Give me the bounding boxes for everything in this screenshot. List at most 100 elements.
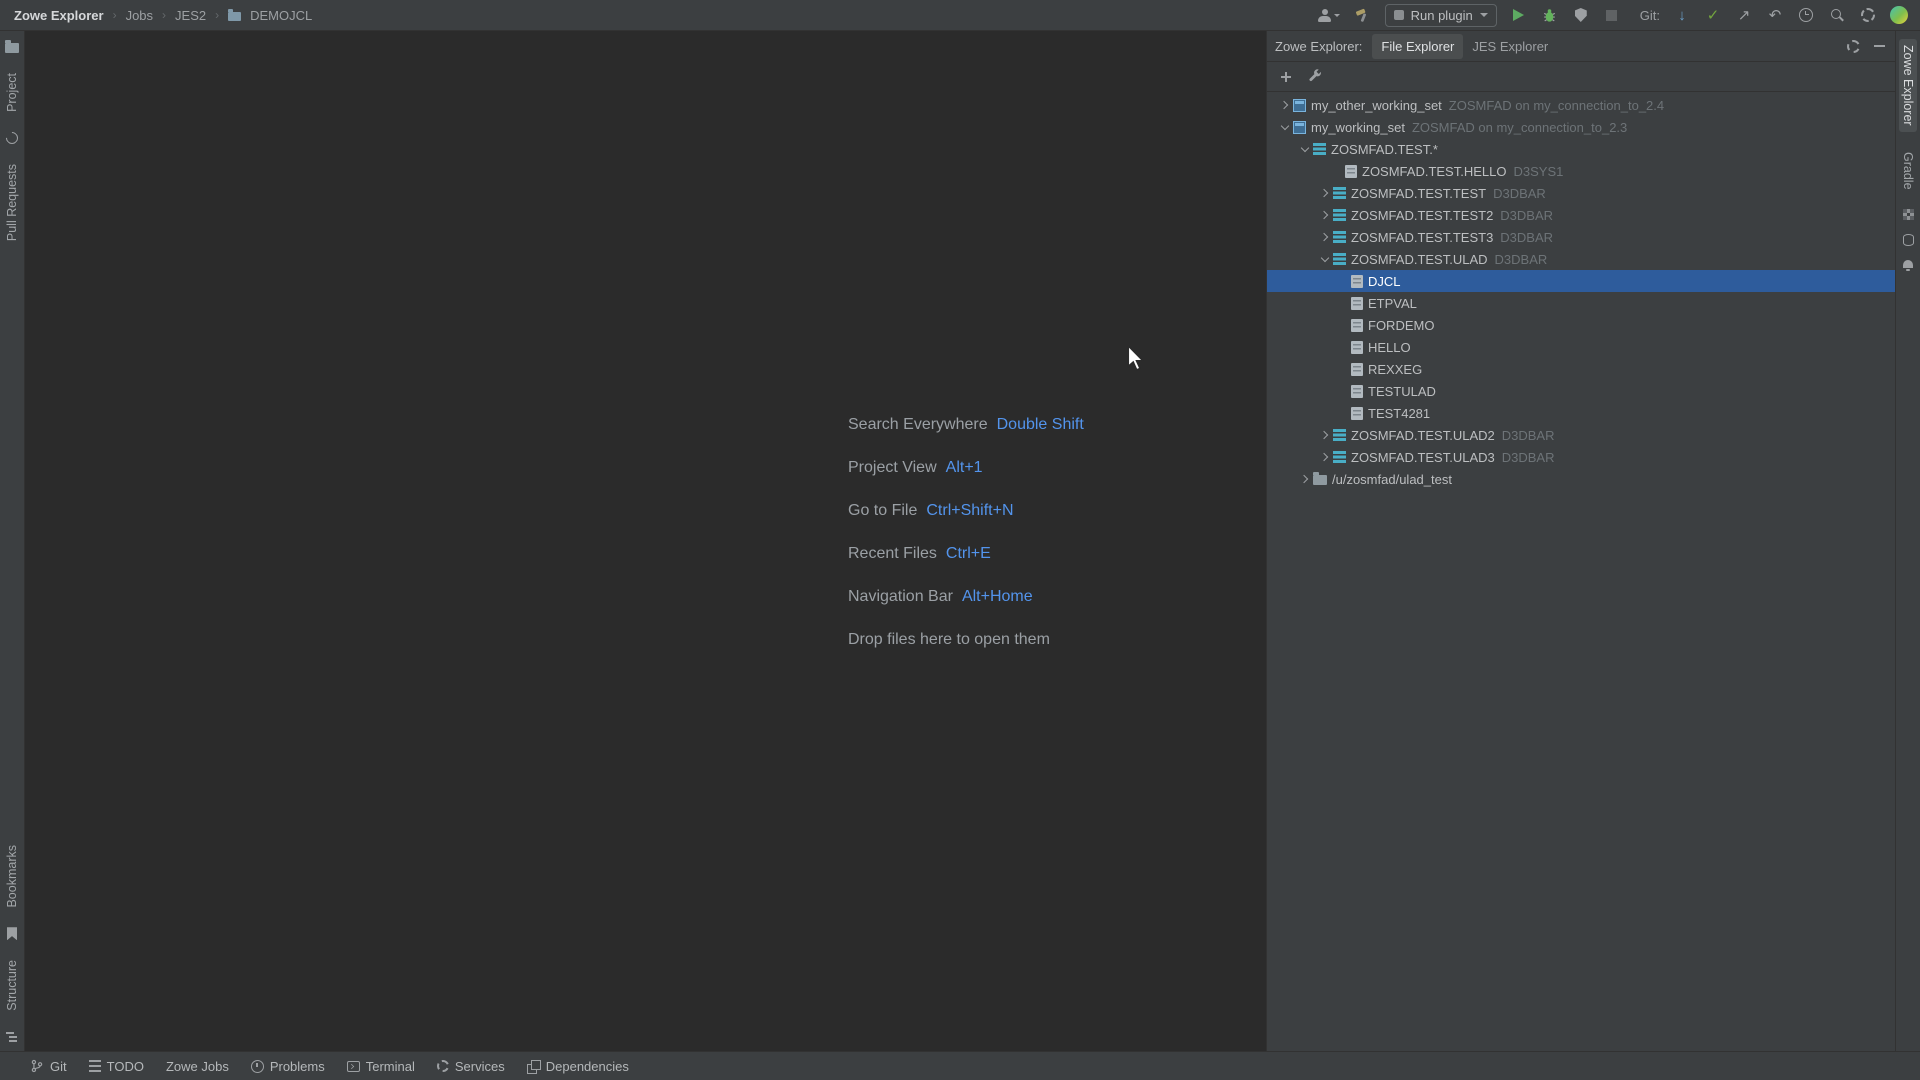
mouse-cursor bbox=[1126, 346, 1148, 372]
tree-suffix: D3DBAR bbox=[1500, 230, 1553, 245]
tree-row-member[interactable]: ETPVAL bbox=[1267, 292, 1895, 314]
structure-icon[interactable] bbox=[6, 1031, 18, 1043]
git-update-button[interactable]: ↓ bbox=[1673, 6, 1691, 24]
shortcut-keys: Ctrl+Shift+N bbox=[926, 502, 1013, 520]
toolwindow-button-git[interactable]: Git bbox=[30, 1059, 67, 1074]
member-icon bbox=[1351, 297, 1363, 310]
history-button[interactable] bbox=[1797, 6, 1815, 24]
run-button[interactable] bbox=[1510, 6, 1528, 24]
sidebar-item-pull-requests[interactable]: Pull Requests bbox=[3, 158, 21, 247]
run-config-label: Run plugin bbox=[1411, 8, 1473, 23]
chevron-right-icon[interactable] bbox=[1297, 468, 1313, 490]
member-icon bbox=[1351, 319, 1363, 332]
project-icon[interactable] bbox=[5, 43, 19, 53]
user-menu-button[interactable] bbox=[1317, 6, 1341, 24]
tree-suffix: D3DBAR bbox=[1502, 450, 1555, 465]
toolwindow-button-terminal[interactable]: Terminal bbox=[347, 1059, 415, 1074]
chevron-right-icon[interactable] bbox=[1277, 94, 1293, 116]
member-icon bbox=[1351, 363, 1363, 376]
debug-button[interactable] bbox=[1541, 6, 1559, 24]
tab-file-explorer[interactable]: File Explorer bbox=[1372, 34, 1463, 59]
tree-row-dataset[interactable]: ZOSMFAD.TEST.ULAD3 D3DBAR bbox=[1267, 446, 1895, 468]
tab-jes-explorer[interactable]: JES Explorer bbox=[1463, 34, 1557, 59]
grid-icon[interactable] bbox=[1903, 209, 1914, 220]
build-button[interactable] bbox=[1354, 6, 1372, 24]
chevron-down-icon[interactable] bbox=[1317, 248, 1333, 270]
tree-row-member[interactable]: TESTULAD bbox=[1267, 380, 1895, 402]
breadcrumb-item[interactable]: JES2 bbox=[175, 8, 206, 23]
settings-button[interactable] bbox=[1859, 6, 1877, 24]
chevron-down-icon[interactable] bbox=[1297, 138, 1313, 160]
avatar[interactable] bbox=[1890, 6, 1908, 24]
tree-row-member[interactable]: FORDEMO bbox=[1267, 314, 1895, 336]
tree-row-dataset[interactable]: ZOSMFAD.TEST.HELLO D3SYS1 bbox=[1267, 160, 1895, 182]
tree-label: ZOSMFAD.TEST.* bbox=[1331, 142, 1438, 157]
run-configuration-select[interactable]: Run plugin bbox=[1385, 4, 1497, 27]
chevron-right-icon[interactable] bbox=[1317, 204, 1333, 226]
tree-row-uss-path[interactable]: /u/zosmfad/ulad_test bbox=[1267, 468, 1895, 490]
minimize-icon[interactable] bbox=[1874, 45, 1885, 47]
sidebar-item-bookmarks[interactable]: Bookmarks bbox=[3, 839, 21, 914]
chevron-right-icon: › bbox=[162, 8, 166, 22]
dataset-icon bbox=[1333, 253, 1346, 265]
wrench-icon[interactable] bbox=[1308, 69, 1323, 84]
chevron-down-icon bbox=[1480, 13, 1488, 17]
git-label: Git: bbox=[1640, 8, 1660, 23]
breadcrumb-item[interactable]: Zowe Explorer bbox=[14, 8, 104, 23]
tree-row-working-set[interactable]: my_other_working_set ZOSMFAD on my_conne… bbox=[1267, 94, 1895, 116]
tree-row-dataset[interactable]: ZOSMFAD.TEST.TEST D3DBAR bbox=[1267, 182, 1895, 204]
stop-button[interactable] bbox=[1603, 6, 1621, 24]
breadcrumb-item[interactable]: DEMOJCL bbox=[250, 8, 312, 23]
bell-icon[interactable] bbox=[1903, 260, 1913, 268]
chevron-right-icon[interactable] bbox=[1317, 182, 1333, 204]
drop-files-hint: Drop files here to open them bbox=[848, 631, 1050, 649]
chevron-right-icon: › bbox=[215, 8, 219, 22]
sidebar-item-zowe-explorer[interactable]: Zowe Explorer bbox=[1899, 39, 1917, 132]
tree-suffix: D3DBAR bbox=[1500, 208, 1553, 223]
tree-row-member[interactable]: TEST4281 bbox=[1267, 402, 1895, 424]
tree-row-dataset[interactable]: ZOSMFAD.TEST.TEST2 D3DBAR bbox=[1267, 204, 1895, 226]
breadcrumb-item[interactable]: Jobs bbox=[126, 8, 153, 23]
tree-suffix: ZOSMFAD on my_connection_to_2.3 bbox=[1412, 120, 1627, 135]
toolwindow-button-zowe-jobs[interactable]: Zowe Jobs bbox=[166, 1059, 229, 1074]
tree-row-dataset-mask[interactable]: ZOSMFAD.TEST.* bbox=[1267, 138, 1895, 160]
tree-row-dataset[interactable]: ZOSMFAD.TEST.TEST3 D3DBAR bbox=[1267, 226, 1895, 248]
shortcut-keys: Ctrl+E bbox=[946, 545, 991, 563]
toolwindow-button-label: Dependencies bbox=[546, 1059, 629, 1074]
pull-requests-icon[interactable] bbox=[4, 129, 21, 146]
sidebar-item-project[interactable]: Project bbox=[3, 67, 21, 118]
bookmark-icon[interactable] bbox=[7, 927, 17, 940]
toolwindow-button-problems[interactable]: Problems bbox=[251, 1059, 325, 1074]
tree-row-dataset[interactable]: ZOSMFAD.TEST.ULAD D3DBAR bbox=[1267, 248, 1895, 270]
tree-row-member[interactable]: HELLO bbox=[1267, 336, 1895, 358]
dataset-icon bbox=[1333, 187, 1346, 199]
tree-label: ZOSMFAD.TEST.ULAD2 bbox=[1351, 428, 1495, 443]
git-commit-button[interactable]: ✓ bbox=[1704, 6, 1722, 24]
search-everywhere-button[interactable] bbox=[1828, 6, 1846, 24]
sidebar-item-gradle[interactable]: Gradle bbox=[1899, 146, 1917, 196]
left-stripe-bottom: Bookmarks Structure bbox=[3, 839, 21, 1043]
tree-label: ZOSMFAD.TEST.ULAD3 bbox=[1351, 450, 1495, 465]
run-with-coverage-button[interactable] bbox=[1572, 6, 1590, 24]
tree-row-dataset[interactable]: ZOSMFAD.TEST.ULAD2 D3DBAR bbox=[1267, 424, 1895, 446]
chevron-right-icon[interactable] bbox=[1317, 446, 1333, 468]
chevron-down-icon[interactable] bbox=[1277, 116, 1293, 138]
chevron-right-icon[interactable] bbox=[1317, 226, 1333, 248]
panel-settings-icon[interactable] bbox=[1847, 40, 1860, 53]
toolwindow-button-services[interactable]: Services bbox=[437, 1059, 505, 1074]
toolwindow-button-todo[interactable]: TODO bbox=[89, 1059, 144, 1074]
editor-area[interactable]: Search Everywhere Double Shift Project V… bbox=[25, 31, 1266, 1051]
tree-row-member-selected[interactable]: DJCL bbox=[1267, 270, 1895, 292]
dataset-icon bbox=[1333, 429, 1346, 441]
tree-row-working-set[interactable]: my_working_set ZOSMFAD on my_connection_… bbox=[1267, 116, 1895, 138]
shortcut-label: Search Everywhere bbox=[848, 416, 988, 434]
git-rollback-button[interactable]: ↶ bbox=[1766, 6, 1784, 24]
add-icon[interactable] bbox=[1279, 70, 1293, 84]
tree-label: ZOSMFAD.TEST.TEST3 bbox=[1351, 230, 1493, 245]
toolwindow-button-dependencies[interactable]: Dependencies bbox=[527, 1059, 629, 1074]
tree-row-member[interactable]: REXXEG bbox=[1267, 358, 1895, 380]
sidebar-item-structure[interactable]: Structure bbox=[3, 954, 21, 1017]
database-icon[interactable] bbox=[1903, 234, 1914, 246]
git-push-button[interactable]: ↗ bbox=[1735, 6, 1753, 24]
chevron-right-icon[interactable] bbox=[1317, 424, 1333, 446]
